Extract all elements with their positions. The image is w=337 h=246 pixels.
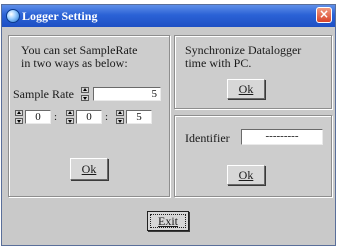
synchronize-panel: Synchronize Datalogger time with PC. Ok: [174, 35, 332, 109]
seconds-input[interactable]: 5: [126, 110, 152, 124]
spin-up-icon[interactable]: [81, 87, 89, 93]
hours-input[interactable]: 0: [25, 110, 51, 124]
exit-button[interactable]: Exit: [147, 211, 189, 231]
hours-spinner[interactable]: [15, 110, 23, 124]
ok-label: Ok: [238, 168, 254, 182]
synchronize-ok-button[interactable]: Ok: [227, 79, 265, 99]
title-bar[interactable]: Logger Setting ×: [2, 5, 335, 27]
spin-up-icon[interactable]: [15, 110, 23, 116]
close-button[interactable]: ×: [316, 7, 332, 23]
spin-down-icon[interactable]: [66, 118, 74, 124]
sync-text-line1: Synchronize Datalogger: [185, 43, 302, 57]
sample-rate-ok-button[interactable]: Ok: [70, 158, 108, 180]
ok-label: Ok: [238, 82, 254, 96]
seconds-spinner[interactable]: [116, 110, 124, 124]
identifier-input[interactable]: ---------: [241, 129, 323, 145]
minutes-input[interactable]: 0: [76, 110, 102, 124]
logger-setting-dialog: Logger Setting × You can set SampleRate …: [1, 4, 336, 246]
sample-rate-instruction-line2: in two ways as below:: [21, 56, 128, 70]
app-icon: [6, 9, 20, 23]
sample-rate-input[interactable]: 5: [93, 87, 161, 101]
minutes-spinner[interactable]: [66, 110, 74, 124]
identifier-ok-button[interactable]: Ok: [227, 165, 265, 185]
sample-rate-spinner[interactable]: [81, 87, 89, 101]
identifier-panel: Identifier --------- Ok: [174, 115, 332, 197]
sample-rate-instruction-line1: You can set SampleRate: [21, 43, 138, 57]
window-title: Logger Setting: [22, 9, 98, 23]
sample-rate-panel: You can set SampleRate in two ways as be…: [8, 35, 170, 197]
identifier-label: Identifier: [185, 131, 230, 145]
sync-text-line2: time with PC.: [185, 56, 252, 70]
time-separator: :: [54, 111, 58, 123]
ok-label: Ok: [81, 162, 97, 176]
exit-label: Exit: [158, 214, 178, 228]
sample-rate-label: Sample Rate: [13, 87, 74, 101]
spin-up-icon[interactable]: [116, 110, 124, 116]
spin-down-icon[interactable]: [116, 118, 124, 124]
spin-down-icon[interactable]: [15, 118, 23, 124]
spin-down-icon[interactable]: [81, 95, 89, 101]
spin-up-icon[interactable]: [66, 110, 74, 116]
time-separator: :: [105, 111, 109, 123]
